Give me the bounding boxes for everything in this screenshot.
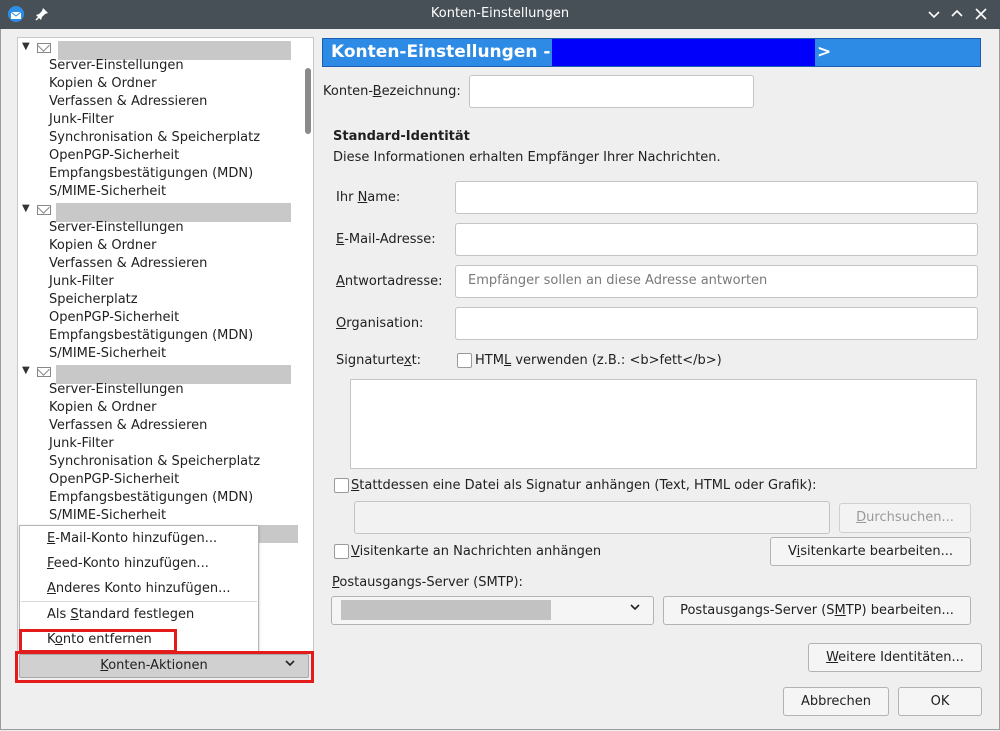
account-name-input[interactable]	[469, 75, 754, 108]
redacted-account-address	[552, 39, 815, 66]
highlight-remove-account	[19, 629, 177, 653]
tree-item-openpgp[interactable]: OpenPGP-Sicherheit	[49, 309, 179, 327]
smtp-server-label: Postausgangs-Server (SMTP):	[332, 575, 523, 590]
edit-vcard-button[interactable]: Visitenkarte bearbeiten...	[770, 537, 971, 566]
tree-item-receipts[interactable]: Empfangsbestätigungen (MDN)	[49, 489, 253, 507]
tree-item-copies-folders[interactable]: Kopien & Ordner	[49, 399, 157, 417]
tree-item-receipts[interactable]: Empfangsbestätigungen (MDN)	[49, 327, 253, 345]
twisty-expanded-icon[interactable]: ▼	[22, 365, 30, 376]
identity-description: Diese Informationen erhalten Empfänger I…	[333, 150, 721, 165]
account-row[interactable]: ▼	[18, 364, 298, 384]
browse-button[interactable]: Durchsuchen...	[839, 503, 971, 533]
page-title: Konten-Einstellungen - <	[331, 42, 571, 62]
tree-item-smime[interactable]: S/MIME-Sicherheit	[49, 183, 166, 201]
page-header: Konten-Einstellungen - < >	[322, 38, 981, 67]
redacted-smtp-server	[341, 600, 551, 620]
edit-smtp-button[interactable]: Postausgangs-Server (SMTP) bearbeiten...	[663, 596, 971, 625]
tree-item-server-settings[interactable]: Server-Einstellungen	[49, 57, 184, 75]
dialog-window: ▼ Server-Einstellungen Kopien & Ordner V…	[0, 29, 1000, 730]
tree-item-junk-filter[interactable]: Junk-Filter	[49, 435, 114, 453]
email-address-label: E-Mail-Adresse:	[336, 232, 436, 247]
organization-input[interactable]	[455, 307, 978, 340]
tree-item-sync-storage[interactable]: Synchronisation & Speicherplatz	[49, 129, 260, 147]
mail-account-icon	[37, 205, 51, 215]
signature-text-label: Signaturtext:	[336, 353, 422, 368]
tree-item-composition[interactable]: Verfassen & Adressieren	[49, 93, 207, 111]
menu-item-add-feed-account[interactable]: Feed-Konto hinzufügen...	[47, 554, 209, 574]
use-html-label: HTML verwenden (z.B.: <b>fett</b>)	[475, 353, 722, 368]
tree-item-receipts[interactable]: Empfangsbestätigungen (MDN)	[49, 165, 253, 183]
signature-textarea[interactable]	[350, 379, 977, 469]
tree-item-copies-folders[interactable]: Kopien & Ordner	[49, 237, 157, 255]
tree-item-smime[interactable]: S/MIME-Sicherheit	[49, 345, 166, 363]
email-address-input[interactable]	[455, 223, 978, 256]
close-icon[interactable]	[971, 4, 991, 24]
highlight-account-actions	[15, 651, 314, 683]
tree-item-smime[interactable]: S/MIME-Sicherheit	[49, 507, 166, 525]
smtp-server-select[interactable]	[331, 596, 654, 625]
reply-to-input[interactable]: Empfänger sollen an diese Adresse antwor…	[455, 265, 978, 298]
tree-item-openpgp[interactable]: OpenPGP-Sicherheit	[49, 147, 179, 165]
menu-item-set-default[interactable]: Als Standard festlegen	[47, 605, 194, 625]
page-title-end: >	[817, 42, 832, 62]
tree-item-sync-storage[interactable]: Synchronisation & Speicherplatz	[49, 453, 260, 471]
your-name-input[interactable]	[455, 181, 978, 214]
tree-item-composition[interactable]: Verfassen & Adressieren	[49, 255, 207, 273]
cancel-button[interactable]: Abbrechen	[783, 687, 889, 716]
reply-to-label: Antwortadresse:	[336, 274, 443, 289]
account-name-label: Konten-Bezeichnung:	[323, 84, 461, 99]
signature-file-path-input[interactable]	[354, 501, 830, 534]
tree-item-server-settings[interactable]: Server-Einstellungen	[49, 219, 184, 237]
reply-to-placeholder: Empfänger sollen an diese Adresse antwor…	[468, 273, 768, 288]
attach-signature-file-checkbox[interactable]	[334, 478, 349, 493]
mail-account-icon	[37, 367, 51, 377]
minimize-chevron-down-icon[interactable]	[924, 4, 944, 24]
menu-item-add-other-account[interactable]: Anderes Konto hinzufügen...	[47, 579, 230, 599]
scrollbar-thumb[interactable]	[305, 68, 311, 134]
account-row[interactable]: ▼	[18, 202, 298, 222]
maximize-chevron-up-icon[interactable]	[947, 4, 967, 24]
tree-item-junk-filter[interactable]: Junk-Filter	[49, 111, 114, 129]
redacted-account-name	[258, 525, 298, 543]
menu-item-add-email-account[interactable]: E-Mail-Konto hinzufügen...	[47, 529, 217, 549]
chevron-down-icon	[629, 601, 641, 616]
ok-button[interactable]: OK	[898, 687, 982, 716]
tree-item-server-settings[interactable]: Server-Einstellungen	[49, 381, 184, 399]
use-html-checkbox[interactable]	[457, 353, 472, 368]
tree-item-copies-folders[interactable]: Kopien & Ordner	[49, 75, 157, 93]
your-name-label: Ihr Name:	[336, 190, 401, 205]
tree-item-composition[interactable]: Verfassen & Adressieren	[49, 417, 207, 435]
identity-section-title: Standard-Identität	[333, 129, 470, 144]
attach-signature-file-label: Stattdessen eine Datei als Signatur anhä…	[351, 478, 817, 493]
attach-vcard-label: Visitenkarte an Nachrichten anhängen	[351, 544, 602, 559]
tree-item-junk-filter[interactable]: Junk-Filter	[49, 273, 114, 291]
organization-label: Organisation:	[336, 316, 424, 331]
tree-scrollbar[interactable]	[305, 38, 311, 651]
twisty-expanded-icon[interactable]: ▼	[22, 203, 30, 214]
window-title: Konten-Einstellungen	[430, 6, 570, 21]
menu-separator	[21, 601, 257, 602]
attach-vcard-checkbox[interactable]	[334, 544, 349, 559]
tree-item-storage[interactable]: Speicherplatz	[49, 291, 138, 309]
twisty-expanded-icon[interactable]: ▼	[22, 41, 30, 52]
window-titlebar: Konten-Einstellungen	[0, 0, 1000, 29]
mail-account-icon	[37, 43, 51, 53]
tree-item-openpgp[interactable]: OpenPGP-Sicherheit	[49, 471, 179, 489]
account-row[interactable]: ▼	[18, 40, 298, 60]
more-identities-button[interactable]: Weitere Identitäten...	[808, 643, 982, 672]
